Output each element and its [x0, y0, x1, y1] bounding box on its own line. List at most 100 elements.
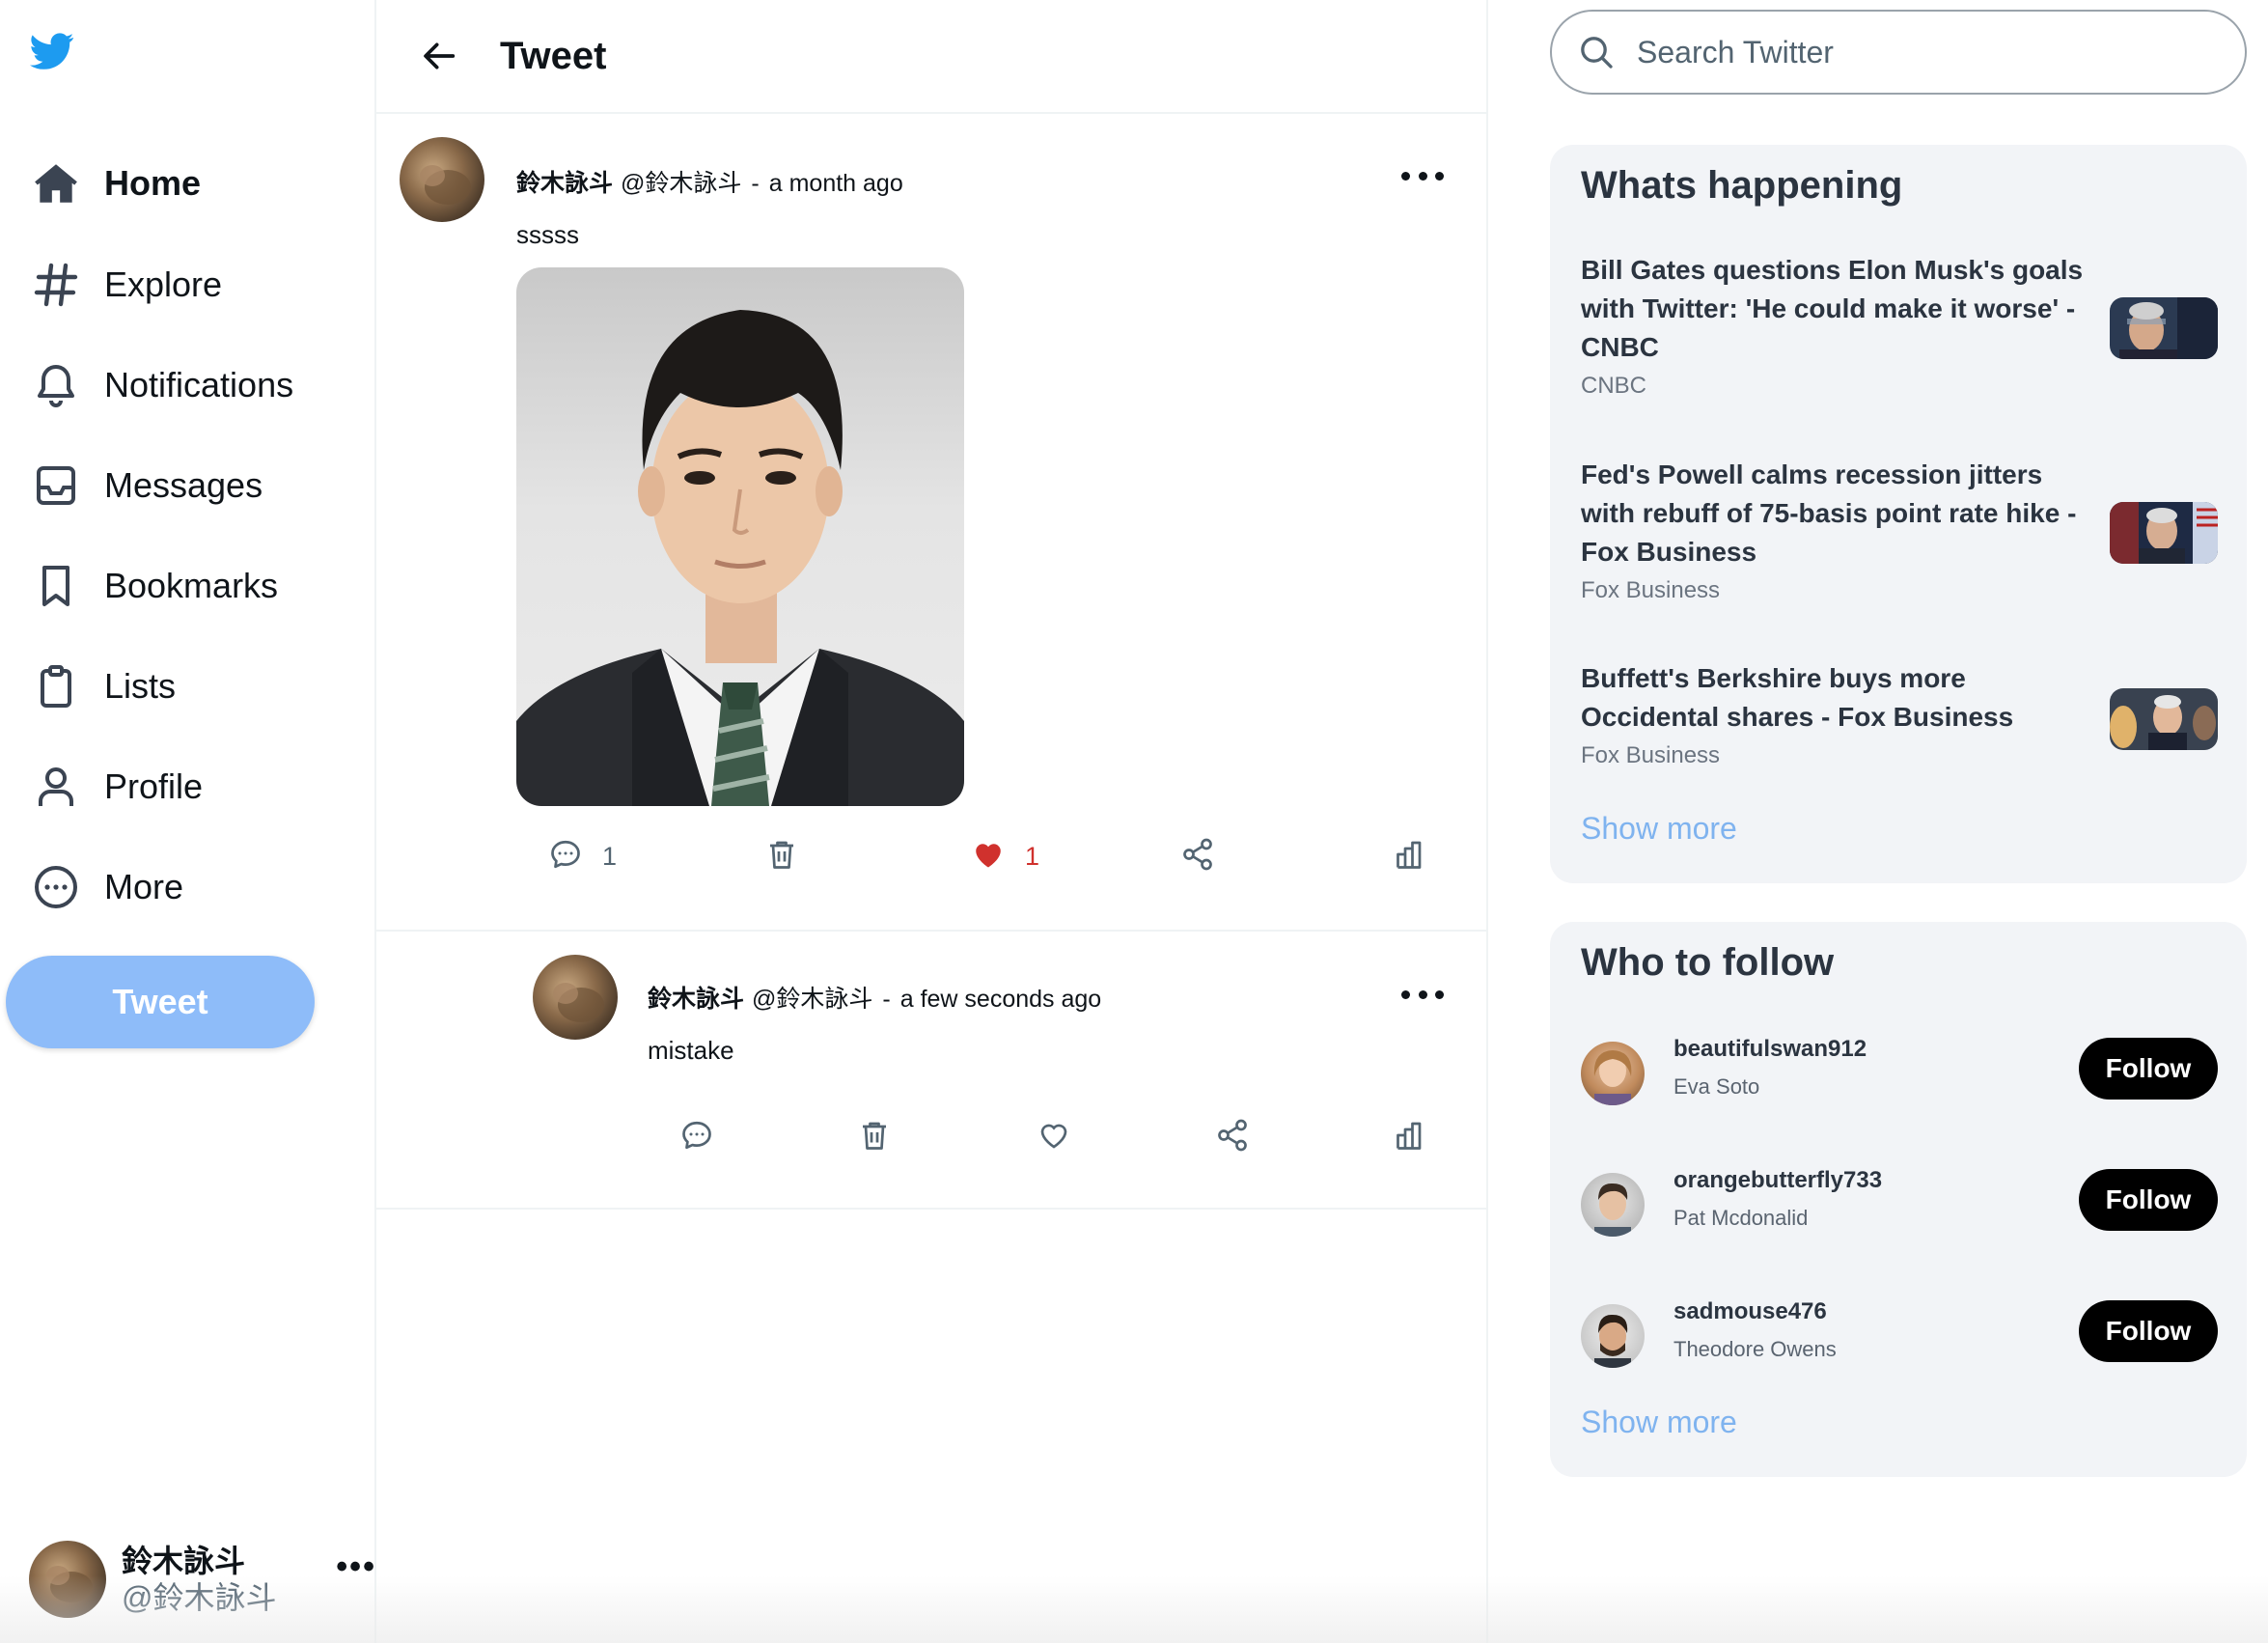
- account-handle: @鈴木詠斗: [122, 1580, 277, 1615]
- tweet-author-handle: @鈴木詠斗: [752, 986, 873, 1013]
- share-button[interactable]: [1215, 1118, 1250, 1157]
- nav-more[interactable]: More: [29, 844, 183, 931]
- account-name: 鈴木詠斗: [122, 1543, 246, 1578]
- follow-button[interactable]: Follow: [2079, 1169, 2218, 1231]
- trend-title: Buffett's Berkshire buys more Occidental…: [1581, 663, 2014, 732]
- trend-thumbnail: [2110, 688, 2218, 750]
- delete-button[interactable]: [764, 837, 799, 877]
- page-title: Tweet: [500, 34, 607, 77]
- home-icon: [29, 156, 83, 210]
- share-button[interactable]: [1180, 837, 1215, 877]
- trash-icon: [857, 1118, 892, 1157]
- follow-button[interactable]: Follow: [2079, 1038, 2218, 1100]
- follow-display-name: Pat Mcdonalid: [1673, 1206, 1809, 1230]
- bookmark-icon: [29, 559, 83, 613]
- inbox-icon: [29, 459, 83, 513]
- follow-display-name: Theodore Owens: [1673, 1337, 1837, 1361]
- nav-label-notifications: Notifications: [104, 365, 294, 404]
- avatar[interactable]: [533, 955, 618, 1040]
- nav-label-explore: Explore: [104, 265, 223, 304]
- right-sidebar: Whats happening Bill Gates questions Elo…: [1488, 0, 2268, 1643]
- analytics-button[interactable]: [1394, 837, 1428, 877]
- nav-label-more: More: [104, 867, 184, 906]
- follow-username: beautifulswan912: [1673, 1036, 1867, 1062]
- nav-home[interactable]: Home: [29, 140, 201, 227]
- reply-count: 1: [602, 842, 618, 871]
- trend-item[interactable]: Fed's Powell calms recession jitters wit…: [1581, 456, 2218, 604]
- back-arrow-icon[interactable]: [419, 35, 461, 77]
- nav-label-messages: Messages: [104, 465, 263, 505]
- trend-item[interactable]: Buffett's Berkshire buys more Occidental…: [1581, 659, 2218, 769]
- nav-label-lists: Lists: [104, 666, 177, 706]
- tweet-header: 鈴木詠斗 @鈴木詠斗 - a month ago: [516, 164, 903, 199]
- twitter-bird-icon[interactable]: [27, 29, 77, 73]
- nav-notifications[interactable]: Notifications: [29, 342, 293, 429]
- follow-suggestion[interactable]: beautifulswan912 Eva Soto Follow: [1581, 1032, 2218, 1119]
- clipboard-icon: [29, 659, 83, 713]
- reply-tweet: 鈴木詠斗 @鈴木詠斗 - a few seconds ago mistake: [376, 932, 1486, 1210]
- nav-bookmarks[interactable]: Bookmarks: [29, 543, 278, 629]
- tweet-timestamp[interactable]: a month ago: [769, 170, 903, 198]
- follow-username: orangebutterfly733: [1673, 1167, 1883, 1193]
- nav-messages[interactable]: Messages: [29, 442, 263, 529]
- trend-title: Fed's Powell calms recession jitters wit…: [1581, 459, 2077, 567]
- like-button[interactable]: 1: [971, 837, 1039, 877]
- show-more-link[interactable]: Show more: [1581, 811, 1737, 847]
- tweet-more-icon[interactable]: [1401, 166, 1444, 185]
- nav-label-home: Home: [104, 163, 202, 203]
- share-icon: [1180, 837, 1215, 877]
- trend-item[interactable]: Bill Gates questions Elon Musk's goals w…: [1581, 251, 2218, 400]
- avatar: [29, 1541, 106, 1618]
- tweet-timestamp[interactable]: a few seconds ago: [900, 986, 1101, 1014]
- follow-username: sadmouse476: [1673, 1298, 1827, 1324]
- account-more-icon[interactable]: •••: [336, 1548, 376, 1586]
- analytics-icon: [1394, 1118, 1428, 1157]
- nav-label-bookmarks: Bookmarks: [104, 566, 279, 605]
- trend-source: CNBC: [1581, 373, 1647, 399]
- like-count: 1: [1025, 842, 1040, 871]
- tweet-author-name[interactable]: 鈴木詠斗: [516, 164, 613, 199]
- bell-icon: [29, 358, 83, 412]
- person-icon: [29, 760, 83, 814]
- tweet-header: 鈴木詠斗 @鈴木詠斗 - a few seconds ago: [648, 980, 1101, 1015]
- heart-outline-icon: [1037, 1118, 1071, 1157]
- avatar: [1581, 1173, 1645, 1237]
- tweet-author-handle: @鈴木詠斗: [621, 170, 742, 197]
- follow-display-name: Eva Soto: [1673, 1074, 1760, 1099]
- analytics-icon: [1394, 837, 1428, 877]
- analytics-button[interactable]: [1394, 1118, 1428, 1157]
- tweet-photo[interactable]: [516, 267, 964, 806]
- search-input[interactable]: [1637, 34, 2177, 70]
- trash-icon: [764, 837, 799, 877]
- nav-lists[interactable]: Lists: [29, 643, 176, 730]
- trend-thumbnail: [2110, 297, 2218, 359]
- search-bar[interactable]: [1550, 10, 2247, 95]
- show-more-link[interactable]: Show more: [1581, 1405, 1737, 1440]
- main-tweet: 鈴木詠斗 @鈴木詠斗 - a month ago sssss 1 1: [376, 116, 1486, 932]
- tweet-author-name[interactable]: 鈴木詠斗: [648, 980, 744, 1015]
- trend-title: Bill Gates questions Elon Musk's goals w…: [1581, 255, 2084, 362]
- avatar[interactable]: [400, 137, 484, 222]
- delete-button[interactable]: [857, 1118, 892, 1157]
- comment-icon: [548, 837, 583, 877]
- nav-explore[interactable]: Explore: [29, 241, 222, 328]
- reply-button[interactable]: 1: [548, 837, 617, 877]
- follow-suggestion[interactable]: orangebutterfly733 Pat Mcdonalid Follow: [1581, 1163, 2218, 1250]
- trend-source: Fox Business: [1581, 577, 1721, 603]
- more-circle-icon: [29, 860, 83, 914]
- follow-button[interactable]: Follow: [2079, 1300, 2218, 1362]
- nav-profile[interactable]: Profile: [29, 743, 203, 830]
- like-button[interactable]: [1037, 1118, 1071, 1157]
- tweet-text: sssss: [516, 220, 579, 249]
- account-switcher[interactable]: 鈴木詠斗 @鈴木詠斗 •••: [29, 1539, 376, 1620]
- tweet-more-icon[interactable]: [1401, 985, 1444, 1004]
- tweet-separator: -: [751, 170, 760, 197]
- hashtag-icon: [29, 258, 83, 312]
- trend-thumbnail: [2110, 502, 2218, 564]
- tweet-text: mistake: [648, 1036, 734, 1065]
- reply-button[interactable]: [679, 1118, 714, 1157]
- comment-icon: [679, 1118, 714, 1157]
- card-title: Who to follow: [1581, 941, 1835, 984]
- follow-suggestion[interactable]: sadmouse476 Theodore Owens Follow: [1581, 1295, 2218, 1381]
- tweet-button[interactable]: Tweet: [6, 956, 315, 1048]
